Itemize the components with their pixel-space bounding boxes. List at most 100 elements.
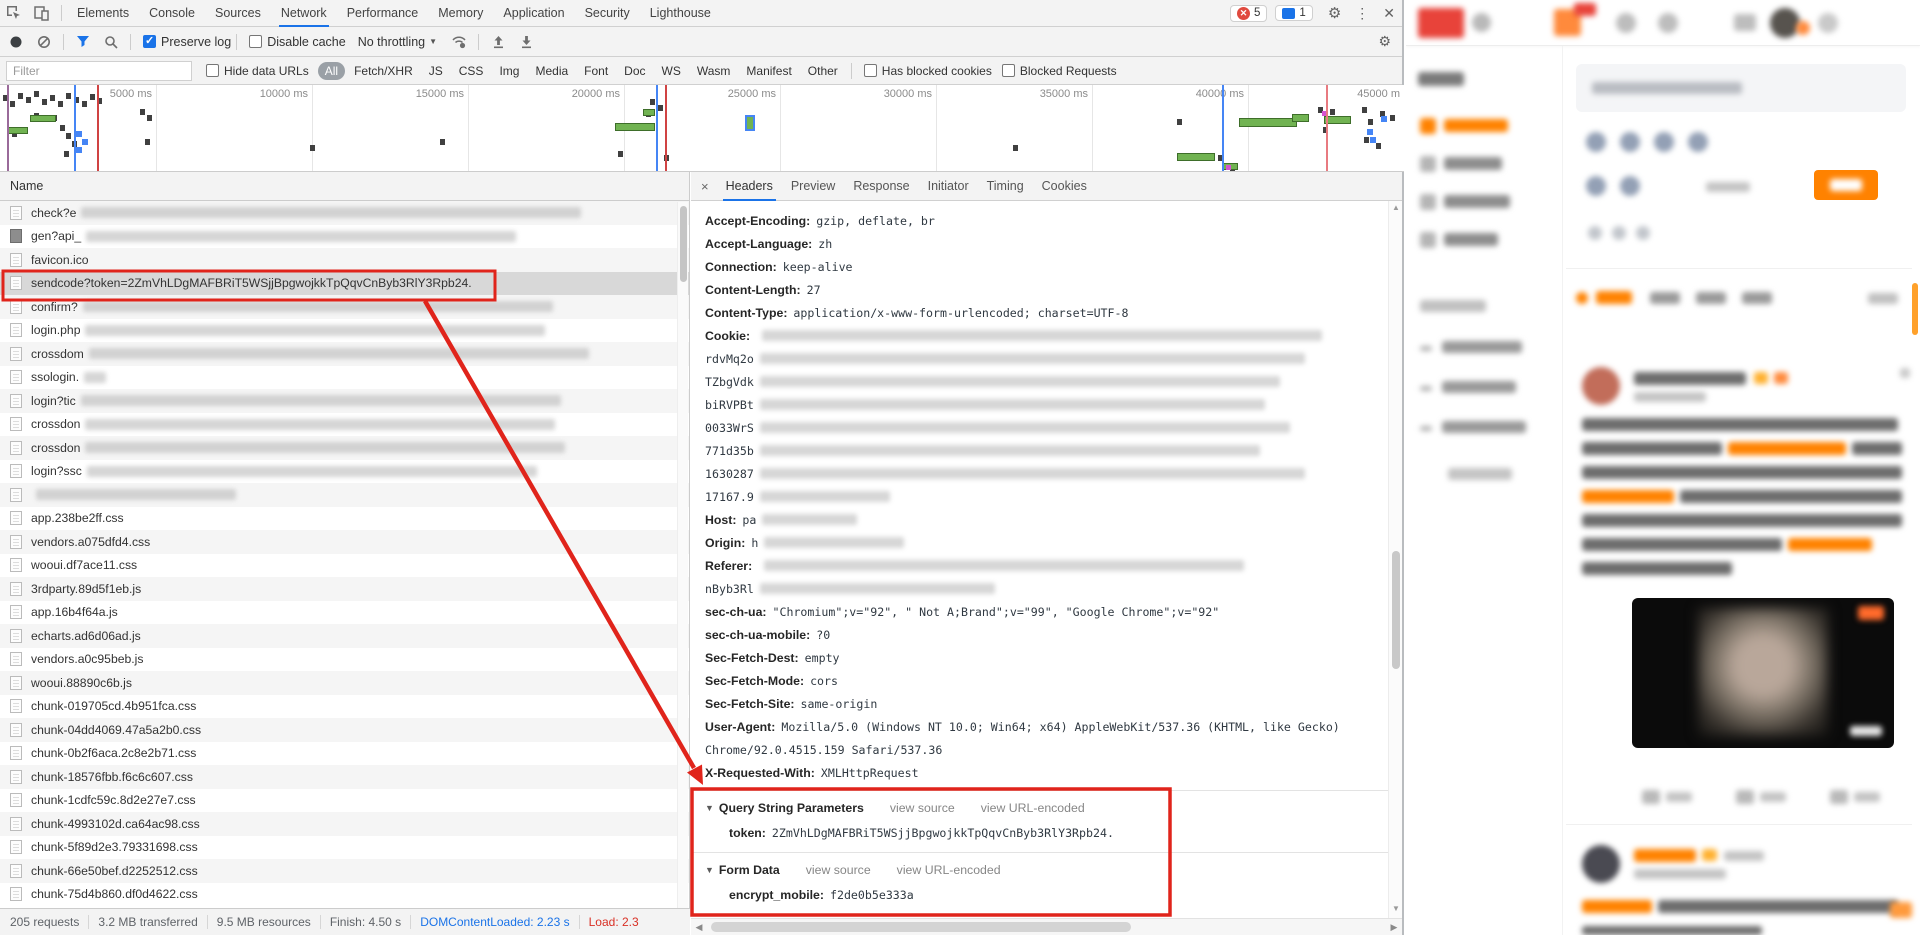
request-row-selected[interactable]: sendcode?token=2ZmVhLDgMAFBRiT5WSjjBpgwo… — [0, 271, 689, 295]
tab-security[interactable]: Security — [575, 0, 640, 26]
request-row[interactable]: vendors.a0c95beb.js — [0, 648, 689, 672]
request-row[interactable]: confirm? — [0, 295, 689, 319]
blocked-requests-checkbox[interactable] — [1001, 64, 1015, 77]
name-column-header[interactable]: Name — [0, 172, 689, 201]
close-devtools-icon[interactable]: ✕ — [1376, 5, 1402, 22]
details-tab-timing[interactable]: Timing — [978, 172, 1033, 200]
record-icon[interactable] — [6, 33, 26, 51]
query-string-parameters-title[interactable]: Query String Parameters — [719, 801, 864, 815]
schedule-icon[interactable] — [1586, 176, 1606, 196]
resource-filter-other[interactable]: Other — [801, 62, 845, 80]
request-row[interactable]: wooui.df7ace11.css — [0, 554, 689, 578]
rank-item[interactable] — [1442, 421, 1526, 433]
details-vertical-scrollbar[interactable]: ▲ ▼ — [1388, 201, 1402, 918]
scrollbar-thumb[interactable] — [680, 206, 687, 282]
scroll-left-icon[interactable]: ◀ — [691, 919, 707, 935]
comment-icon[interactable] — [1736, 790, 1754, 804]
feed-tab[interactable] — [1742, 292, 1772, 304]
console-error-badge[interactable]: ✕ 5 — [1230, 4, 1268, 22]
request-row[interactable]: chunk-75d4b860.df0d4622.css — [0, 883, 689, 907]
details-tab-response[interactable]: Response — [844, 172, 918, 200]
has-blocked-cookies-checkbox[interactable] — [863, 64, 877, 77]
form-data-title[interactable]: Form Data — [719, 863, 780, 877]
request-row[interactable]: chunk-0b2f6aca.2c8e2b71.css — [0, 742, 689, 766]
grid-icon[interactable] — [1616, 13, 1636, 33]
resource-filter-css[interactable]: CSS — [452, 62, 491, 80]
post-video-thumbnail[interactable] — [1632, 598, 1894, 748]
scroll-right-icon[interactable]: ▶ — [1386, 919, 1402, 935]
view-url-encoded-link[interactable]: view URL-encoded — [981, 801, 1085, 815]
feed-tab[interactable] — [1650, 292, 1680, 304]
tab-console[interactable]: Console — [139, 0, 205, 26]
request-row[interactable]: chunk-4993102d.ca64ac98.css — [0, 812, 689, 836]
avatar[interactable] — [1582, 845, 1620, 883]
feed-tab-settings[interactable] — [1868, 293, 1898, 304]
hide-data-urls-checkbox[interactable] — [206, 64, 219, 77]
request-row[interactable]: wooui.88890c6b.js — [0, 671, 689, 695]
request-row[interactable]: chunk-1cdfc59c.8d2e27e7.css — [0, 789, 689, 813]
post-hashtag[interactable] — [1582, 900, 1652, 913]
network-conditions-icon[interactable] — [449, 33, 469, 51]
details-tab-preview[interactable]: Preview — [782, 172, 844, 200]
resource-filter-wasm[interactable]: Wasm — [690, 62, 738, 80]
request-row[interactable]: vendors.a075dfd4.css — [0, 530, 689, 554]
dismiss-post-icon[interactable] — [1900, 368, 1910, 378]
sidebar-item-active[interactable] — [1444, 119, 1508, 132]
like-icon[interactable] — [1830, 790, 1848, 804]
view-source-link[interactable]: view source — [890, 801, 955, 815]
tab-elements[interactable]: Elements — [67, 0, 139, 26]
resource-filter-media[interactable]: Media — [528, 62, 575, 80]
request-row[interactable]: ssologin. — [0, 366, 689, 390]
request-row[interactable]: login?tic — [0, 389, 689, 413]
avatar[interactable] — [1582, 367, 1620, 405]
tab-network[interactable]: Network — [271, 0, 337, 27]
resource-filter-js[interactable]: JS — [422, 62, 450, 80]
details-tab-cookies[interactable]: Cookies — [1033, 172, 1096, 200]
request-row[interactable]: echarts.ad6d06ad.js — [0, 624, 689, 648]
tab-application[interactable]: Application — [493, 0, 574, 26]
request-list-scrollbar[interactable] — [677, 202, 688, 908]
view-url-encoded-link[interactable]: view URL-encoded — [897, 863, 1001, 877]
more-icon[interactable] — [1818, 13, 1838, 33]
scrollbar-thumb[interactable] — [1392, 551, 1400, 669]
clear-icon[interactable] — [34, 33, 54, 51]
scroll-down-icon[interactable]: ▼ — [1389, 904, 1402, 916]
emoji-icon[interactable] — [1586, 132, 1606, 152]
video-icon[interactable] — [1654, 132, 1674, 152]
view-source-link[interactable]: view source — [806, 863, 871, 877]
device-toolbar-icon[interactable] — [32, 4, 52, 22]
tab-memory[interactable]: Memory — [428, 0, 493, 26]
post-link-text[interactable] — [1728, 442, 1846, 455]
topic-icon[interactable] — [1688, 132, 1708, 152]
request-row[interactable]: chunk-18576fbb.f6c6c607.css — [0, 765, 689, 789]
request-row[interactable]: favicon.ico — [0, 248, 689, 272]
username[interactable] — [1634, 372, 1746, 385]
mini-icon[interactable] — [1588, 226, 1602, 240]
back-to-top-button[interactable] — [1890, 902, 1912, 918]
request-row[interactable]: check?e — [0, 201, 689, 225]
request-row[interactable]: chunk-5f89d2e3.79331698.css — [0, 836, 689, 860]
send-button[interactable] — [1814, 170, 1878, 200]
feed-tab-active[interactable] — [1596, 291, 1632, 304]
request-row[interactable] — [0, 483, 689, 507]
network-overview-timeline[interactable]: 5000 ms 10000 ms 15000 ms 20000 ms 25000 ms 3… — [0, 85, 1404, 172]
request-row[interactable]: chunk-04dd4069.47a5a2b0.css — [0, 718, 689, 742]
site-logo[interactable] — [1418, 8, 1464, 38]
image-icon[interactable] — [1620, 132, 1640, 152]
sidebar-item[interactable] — [1444, 233, 1498, 246]
details-tab-initiator[interactable]: Initiator — [919, 172, 978, 200]
details-horizontal-scrollbar[interactable]: ◀ ▶ — [691, 918, 1402, 935]
filter-input[interactable] — [6, 60, 192, 81]
request-row[interactable]: chunk-019705cd.4b951fca.css — [0, 695, 689, 719]
search-icon[interactable] — [101, 33, 121, 51]
tab-performance[interactable]: Performance — [337, 0, 429, 26]
request-row[interactable]: app.16b4f64a.js — [0, 601, 689, 625]
username[interactable] — [1634, 849, 1696, 862]
kebab-menu-icon[interactable]: ⋮ — [1348, 5, 1376, 22]
rank-item[interactable] — [1442, 341, 1522, 353]
compose-input[interactable] — [1576, 64, 1906, 112]
request-row[interactable]: login?ssc — [0, 460, 689, 484]
import-har-icon[interactable] — [488, 33, 508, 51]
filter-icon[interactable] — [73, 33, 93, 51]
scrollbar-thumb[interactable] — [711, 922, 1131, 932]
